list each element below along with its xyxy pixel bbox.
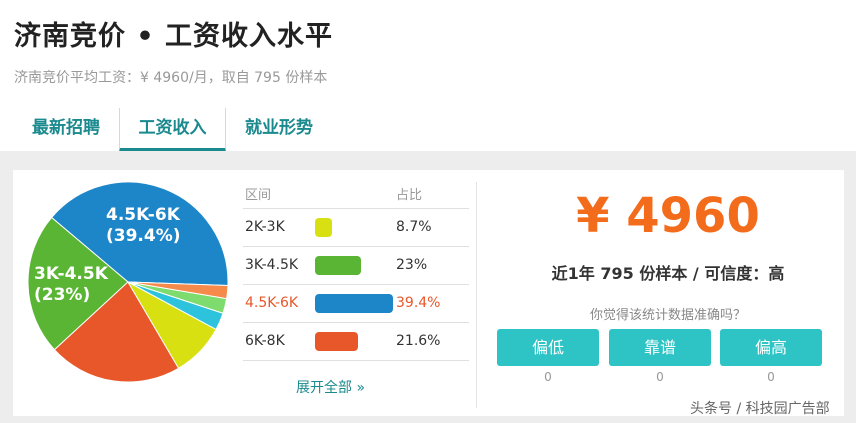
vote-low-count: 0 [544, 370, 552, 384]
pie-label-range: 3K-4.5K [34, 264, 108, 284]
divider [476, 182, 477, 408]
pie-label-4.5k-6k: 4.5K-6K (39.4%) [106, 205, 181, 247]
tab-employment[interactable]: 就业形势 [226, 108, 332, 148]
tab-salary[interactable]: 工资收入 [119, 108, 226, 152]
row-pct: 8.7% [396, 219, 432, 235]
vote-high-count: 0 [767, 370, 775, 384]
row-bar [315, 218, 333, 237]
table-row: 3K-4.5K 23% [243, 247, 469, 285]
page-title: 济南竞价 • 工资收入水平 [14, 21, 334, 52]
table-header: 区间 占比 [243, 178, 469, 209]
accuracy-question: 你觉得该统计数据准确吗？ [589, 308, 746, 323]
average-salary: ¥ 4960 [576, 188, 760, 244]
table-row: 4.5K-6K 39.4% [243, 285, 469, 323]
row-range: 4.5K-6K [245, 295, 299, 311]
table-row: 6K-8K 21.6% [243, 323, 469, 361]
row-bar [315, 294, 393, 313]
page-subtitle: 济南竞价平均工资：¥ 4960/月，取自 795 份样本 [14, 70, 328, 86]
sample-credibility: 近1年 795 份样本 / 可信度：高 [551, 264, 785, 283]
vote-high-button[interactable]: 偏高 [720, 329, 822, 366]
table-row: 2K-3K 8.7% [243, 209, 469, 247]
vote-accurate-count: 0 [656, 370, 664, 384]
vote-accurate-button[interactable]: 靠谱 [609, 329, 711, 366]
row-bar [315, 332, 358, 351]
expand-all-link[interactable]: 展开全部 » [296, 377, 365, 397]
row-pct: 23% [396, 257, 428, 273]
pie-label-pct: (23%) [34, 285, 91, 305]
tab-latest-jobs[interactable]: 最新招聘 [14, 108, 118, 148]
row-pct: 21.6% [396, 333, 441, 349]
pie-label-range: 4.5K-6K [106, 205, 180, 225]
row-pct: 39.4% [396, 295, 441, 311]
row-range: 2K-3K [245, 219, 285, 235]
pie-label-pct: (39.4%) [106, 226, 181, 246]
header-range: 区间 [245, 188, 272, 203]
vote-low-button[interactable]: 偏低 [497, 329, 599, 366]
row-bar [315, 256, 361, 275]
row-range: 6K-8K [245, 333, 285, 349]
header-pct: 占比 [396, 188, 423, 203]
watermark: 头条号 / 科技园广告部 [690, 401, 830, 417]
pie-label-3k-4.5k: 3K-4.5K (23%) [34, 264, 108, 306]
row-range: 3K-4.5K [245, 257, 299, 273]
